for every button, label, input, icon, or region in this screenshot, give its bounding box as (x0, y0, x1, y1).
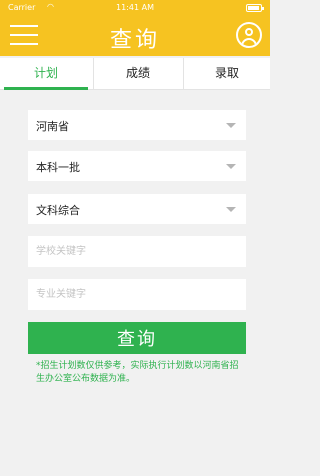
user-icon[interactable] (236, 22, 262, 48)
chevron-down-icon (226, 123, 236, 128)
tab-plan[interactable]: 计划 (0, 58, 92, 90)
tab-scores[interactable]: 成绩 (93, 58, 182, 90)
school-keyword-input[interactable] (28, 236, 246, 267)
batch-select[interactable]: 本科一批 (28, 151, 246, 181)
category-select[interactable]: 文科综合 (28, 194, 246, 224)
category-value: 文科综合 (36, 204, 80, 217)
tab-bar: 计划 成绩 录取 (0, 58, 270, 90)
disclaimer-note: *招生计划数仅供参考，实际执行计划数以河南省招生办公室公布数据为准。 (36, 361, 239, 384)
province-value: 河南省 (36, 120, 69, 133)
province-select[interactable]: 河南省 (28, 110, 246, 140)
status-bar: Carrier ◠ 11:41 AM (0, 2, 270, 15)
tab-admission[interactable]: 录取 (183, 58, 270, 90)
user-body-shape (241, 38, 257, 46)
chevron-down-icon (226, 164, 236, 169)
battery-level (248, 6, 259, 10)
search-button[interactable]: 查询 (28, 322, 246, 354)
battery-icon (246, 4, 264, 12)
major-keyword-input[interactable] (28, 279, 246, 310)
page-title: 查询 (109, 28, 160, 53)
app-header: Carrier ◠ 11:41 AM 查询 (0, 0, 270, 56)
status-time: 11:41 AM (116, 3, 154, 12)
chevron-down-icon (226, 207, 236, 212)
batch-value: 本科一批 (36, 161, 80, 174)
user-head-shape (245, 28, 253, 36)
